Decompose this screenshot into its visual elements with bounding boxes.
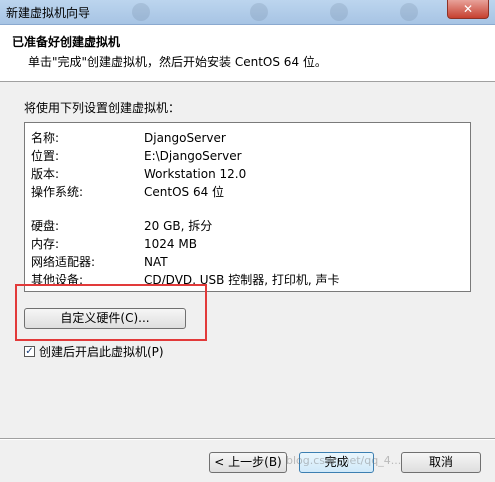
footer-divider bbox=[0, 438, 495, 440]
settings-label: 版本: bbox=[31, 167, 60, 181]
customize-hardware-button[interactable]: 自定义硬件(C)... bbox=[24, 308, 186, 329]
header-subtitle: 单击"完成"创建虚拟机，然后开始安装 CentOS 64 位。 bbox=[28, 55, 327, 69]
background-decoration-icon bbox=[250, 3, 268, 21]
power-on-label: 创建后开启此虚拟机(P) bbox=[39, 345, 164, 359]
settings-label: 位置: bbox=[31, 149, 60, 163]
settings-label: 名称: bbox=[31, 131, 60, 145]
background-decoration-icon bbox=[400, 3, 418, 21]
settings-value: 20 GB, 拆分 bbox=[144, 219, 213, 233]
settings-value: DjangoServer bbox=[144, 131, 226, 145]
title-bar: 新建虚拟机向导 ✕ bbox=[0, 0, 495, 25]
settings-label: 内存: bbox=[31, 237, 60, 251]
settings-value: CentOS 64 位 bbox=[144, 185, 225, 199]
intro-text: 将使用下列设置创建虚拟机： bbox=[24, 101, 181, 115]
header-title: 已准备好创建虚拟机 bbox=[12, 35, 121, 49]
window-title: 新建虚拟机向导 bbox=[6, 6, 91, 20]
finish-button[interactable]: 完成 bbox=[299, 452, 374, 473]
settings-value: 1024 MB bbox=[144, 237, 197, 251]
background-decoration-icon bbox=[330, 3, 348, 21]
settings-value: Workstation 12.0 bbox=[144, 167, 247, 181]
background-decoration-icon bbox=[132, 3, 150, 21]
settings-label: 硬盘: bbox=[31, 219, 60, 233]
settings-summary-box: 名称: DjangoServer 位置: E:\DjangoServer 版本:… bbox=[24, 122, 471, 292]
wizard-header: 已准备好创建虚拟机 单击"完成"创建虚拟机，然后开始安装 CentOS 64 位… bbox=[0, 25, 495, 82]
settings-label: 操作系统: bbox=[31, 185, 84, 199]
settings-label: 网络适配器: bbox=[31, 255, 96, 269]
settings-value: NAT bbox=[144, 255, 168, 269]
cancel-button[interactable]: 取消 bbox=[401, 452, 481, 473]
back-button[interactable]: < 上一步(B) bbox=[209, 452, 287, 473]
settings-value: E:\DjangoServer bbox=[144, 149, 242, 163]
close-button[interactable]: ✕ bbox=[447, 0, 489, 19]
power-on-checkbox[interactable]: ✓ bbox=[24, 346, 35, 357]
